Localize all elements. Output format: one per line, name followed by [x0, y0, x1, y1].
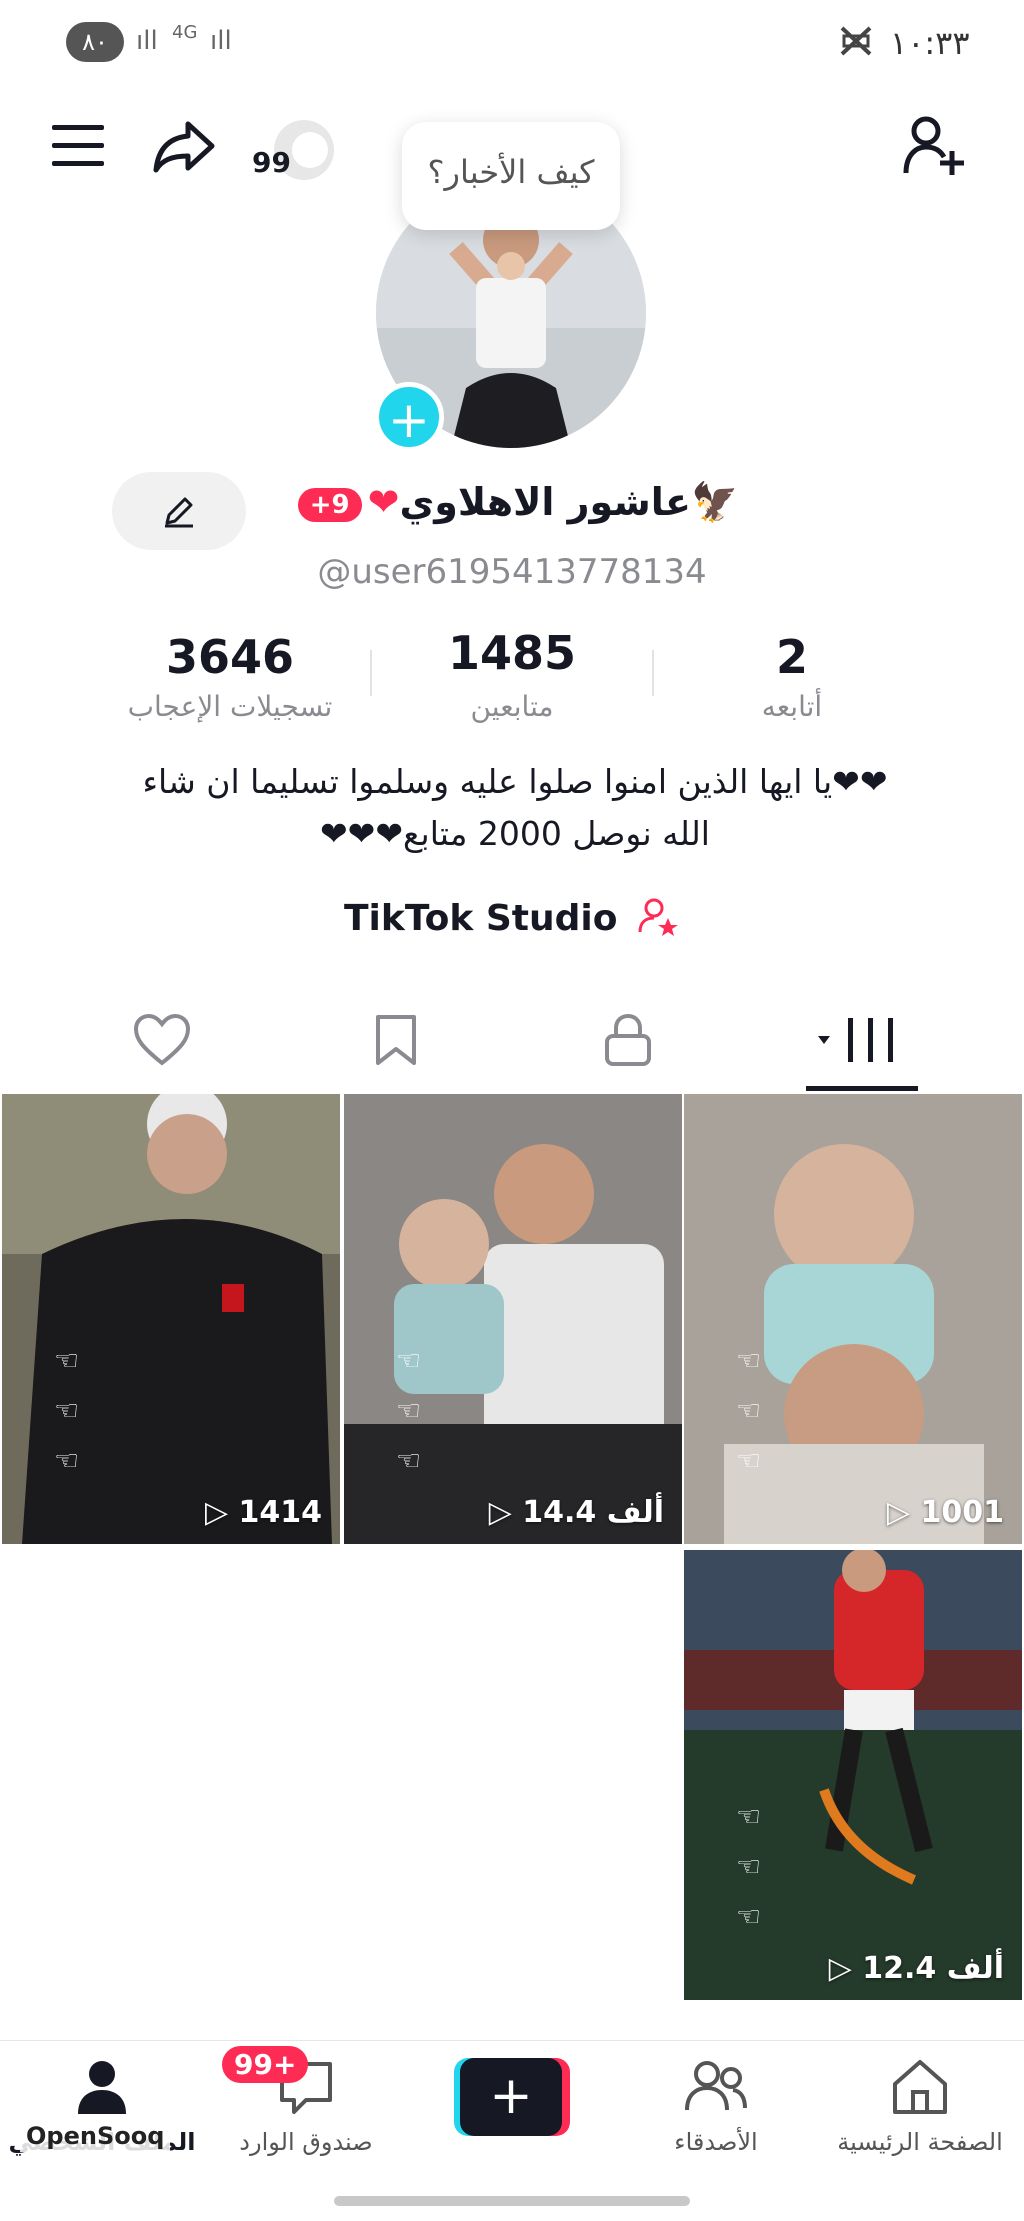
video-tile[interactable]: ☜ ☜ ☜ ▷ 1414 [2, 1094, 340, 1544]
active-tab-indicator [806, 1086, 918, 1091]
tab-liked[interactable] [34, 1000, 290, 1080]
alarm-icon [840, 26, 872, 60]
inbox-badge: 99+ [222, 2046, 309, 2083]
home-indicator[interactable] [334, 2196, 690, 2206]
nav-friends-label: الأصدقاء [674, 2128, 758, 2156]
pencil-icon [165, 497, 193, 528]
video-tile[interactable]: ☜ ☜ ☜ ▷ 14.4 ألف [344, 1094, 682, 1544]
stats-divider [370, 650, 372, 696]
video-views: ▷ 14.4 ألف [488, 1495, 664, 1530]
followers-label[interactable]: متابعين [382, 690, 642, 723]
tab-private[interactable] [500, 1000, 756, 1080]
pointing-hand-icon: ☜ [396, 1394, 422, 1427]
pointing-hand-icon: ☜ [54, 1344, 80, 1377]
edit-profile-button[interactable] [112, 472, 246, 550]
user-star-icon [638, 898, 678, 936]
add-friend-icon[interactable] [902, 114, 966, 178]
signal-icon: ıll [136, 26, 158, 56]
network-type: 4G [172, 22, 198, 43]
video-views: ▷ 1001 [886, 1495, 1004, 1530]
nav-friends[interactable]: الأصدقاء [616, 2058, 816, 2178]
video-tile[interactable]: ☜ ☜ ☜ ▷ 12.4 ألف [684, 1550, 1022, 2000]
studio-label: TikTok Studio [344, 898, 618, 939]
pointing-hand-icon: ☜ [736, 1394, 762, 1427]
heart-icon [133, 1013, 191, 1066]
friends-badge[interactable]: 9+ [297, 487, 362, 522]
video-views: ▷ 12.4 ألف [828, 1951, 1004, 1986]
bio-line-2: الله نوصل 2000 متابع❤❤❤ [320, 814, 710, 853]
nav-inbox-label: صندوق الوارد [239, 2128, 373, 2156]
grid-icon [818, 1018, 893, 1062]
tiktok-studio-link[interactable]: TikTok Studio [0, 896, 1024, 939]
watermark: OpenSooq [20, 2120, 171, 2152]
add-story-button[interactable]: + [374, 382, 444, 452]
battery-indicator: ٨٠ [66, 22, 124, 62]
bio-line-1: ❤❤يا ايها الذين امنوا صلوا عليه وسلموا ت… [142, 762, 888, 801]
profile-icon [78, 2061, 126, 2114]
stats-divider [652, 650, 654, 696]
pointing-hand-icon: ☜ [736, 1344, 762, 1377]
likes-label[interactable]: تسجيلات الإعجاب [100, 690, 360, 723]
followers-count[interactable]: 1485 [382, 626, 642, 680]
following-label[interactable]: أتابعه [662, 690, 922, 723]
lock-icon [605, 1013, 651, 1066]
video-tile[interactable]: ☜ ☜ ☜ ▷ 1001 [684, 1094, 1022, 1544]
pointing-hand-icon: ☜ [396, 1444, 422, 1477]
pointing-hand-icon: ☜ [736, 1850, 762, 1883]
username: @user6195413778134 [317, 552, 707, 592]
clock: ١٠:٣٣ [890, 24, 970, 62]
followers-badge: 99 [252, 146, 291, 179]
bookmark-icon [376, 1015, 416, 1065]
plus-icon: + [460, 2058, 562, 2136]
pointing-hand-icon: ☜ [736, 1444, 762, 1477]
pointing-hand-icon: ☜ [396, 1344, 422, 1377]
profile-name-row: 🦅عاشور الاهلاوي❤9+ [270, 480, 760, 525]
nav-home-label: الصفحة الرئيسية [837, 2128, 1003, 2156]
status-tooltip[interactable]: كيف الأخبار؟ [402, 122, 620, 230]
nav-profile[interactable]: الملف الشخصي [2, 2058, 202, 2178]
video-views: ▷ 1414 [204, 1495, 322, 1530]
heart-emoji: ❤ [367, 480, 400, 524]
tab-videos[interactable] [734, 1000, 990, 1080]
nav-home[interactable]: الصفحة الرئيسية [820, 2058, 1020, 2178]
pointing-hand-icon: ☜ [736, 1900, 762, 1933]
pointing-hand-icon: ☜ [54, 1394, 80, 1427]
pointing-hand-icon: ☜ [54, 1444, 80, 1477]
bio[interactable]: ❤❤يا ايها الذين امنوا صلوا عليه وسلموا ت… [90, 756, 940, 860]
pointing-hand-icon: ☜ [736, 1800, 762, 1833]
likes-count[interactable]: 3646 [100, 630, 360, 684]
share-icon[interactable] [152, 114, 216, 178]
signal-icon-2: ıll [210, 26, 232, 56]
profile-name: عاشور الاهلاوي [399, 480, 691, 524]
eagle-emoji: 🦅 [690, 480, 739, 524]
menu-icon[interactable] [46, 114, 110, 178]
home-icon [893, 2060, 947, 2114]
tab-saved[interactable] [268, 1000, 524, 1080]
create-button[interactable]: + [454, 2058, 570, 2136]
following-count[interactable]: 2 [662, 630, 922, 684]
followers-count-button[interactable]: 99 [252, 116, 336, 186]
friends-icon [685, 2061, 747, 2111]
